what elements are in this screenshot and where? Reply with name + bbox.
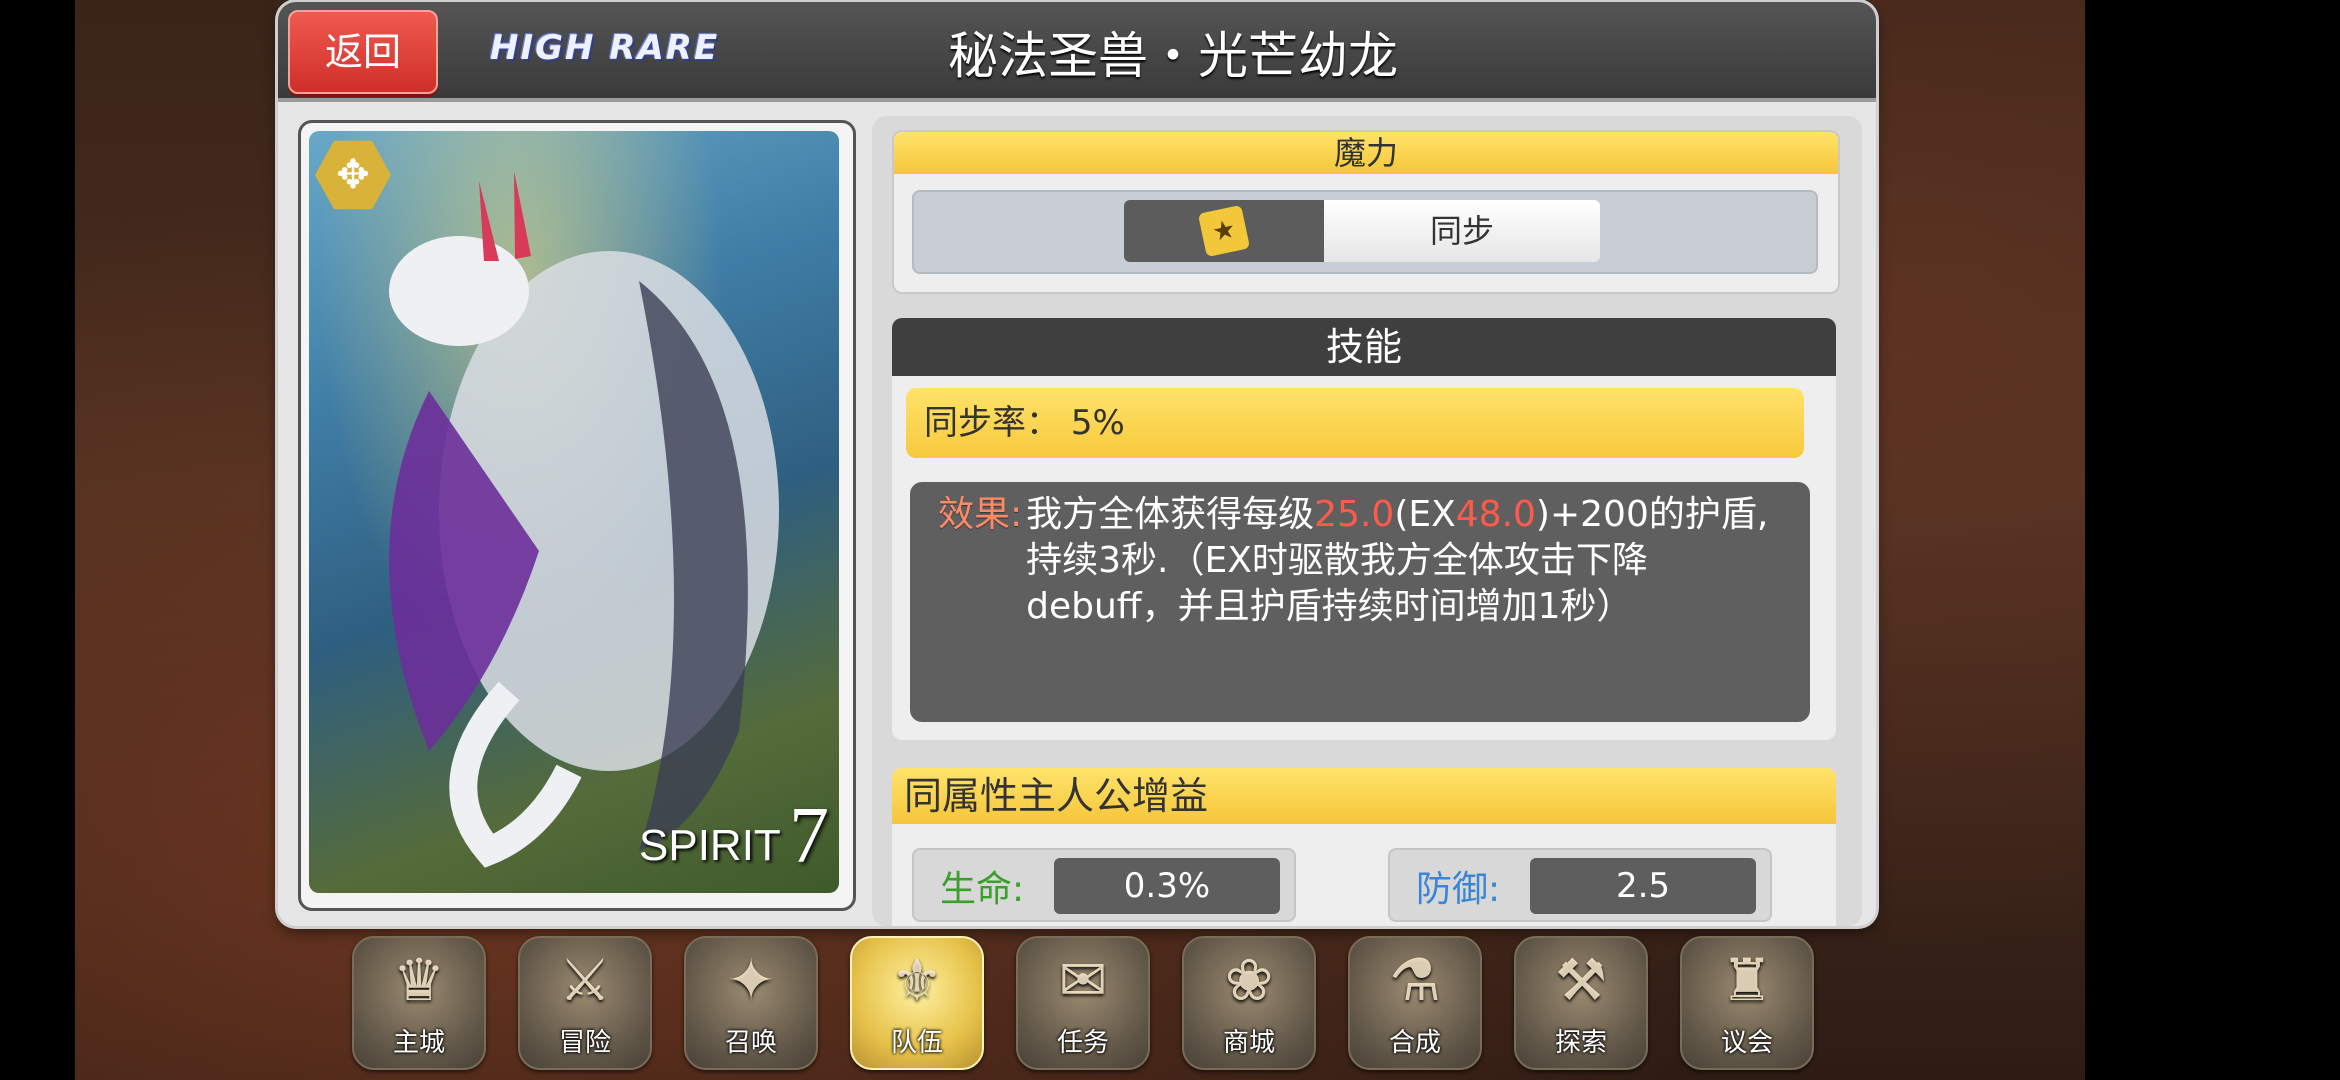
mana-section: 魔力 ★ 同步 — [892, 130, 1840, 294]
defense-stat: 防御: 2.5 — [1388, 848, 1772, 922]
effect-value-highlight: 25.0 — [1314, 494, 1395, 535]
upgrade-mode-button[interactable]: ★ — [1124, 200, 1324, 262]
skill-effect-box: 效果: 我方全体获得每级25.0(EX48.0)+200的护盾,持续3秒.（EX… — [910, 482, 1810, 722]
sync-rate-label: 同步率： — [924, 403, 1060, 443]
nav-item-explore[interactable]: ⚒ 探索 — [1514, 936, 1648, 1070]
nav-label: 召唤 — [724, 1028, 777, 1058]
hp-stat: 生命: 0.3% — [912, 848, 1296, 922]
effect-text-part: 我方全体获得每级 — [1026, 494, 1315, 535]
crossed-swords-icon: ⚔ — [559, 946, 611, 1014]
nav-label: 主城 — [392, 1028, 445, 1058]
effect-label: 效果: — [938, 494, 1023, 535]
hero-buff-header: 同属性主人公增益 — [892, 768, 1836, 824]
nav-item-craft[interactable]: ⚗ 合成 — [1348, 936, 1482, 1070]
nav-item-council[interactable]: ♜ 议会 — [1680, 936, 1814, 1070]
nav-label: 商城 — [1222, 1028, 1275, 1058]
card-detail-panel: 返回 HIGH RARE 秘法圣兽・光芒幼龙 ✥ SPIRIT 7 魔力 ★ 同… — [278, 2, 1876, 926]
sync-mode-button[interactable]: 同步 — [1324, 200, 1600, 262]
nav-label: 冒险 — [558, 1028, 611, 1058]
title-bar: 返回 HIGH RARE 秘法圣兽・光芒幼龙 — [278, 2, 1876, 102]
bottom-nav: ♛ 主城 ⚔ 冒险 ✦ 召唤 ⚜ 队伍 ✉ 任务 ❀ 商城 ⚗ 合成 ⚒ 探索 … — [352, 936, 1814, 1072]
sync-rate-bar: 同步率： 5% — [906, 388, 1804, 458]
shop-tree-icon: ❀ — [1224, 946, 1274, 1014]
back-button[interactable]: 返回 — [288, 10, 438, 94]
nav-label: 合成 — [1388, 1028, 1441, 1058]
hero-buff-section: 同属性主人公增益 生命: 0.3% 防御: 2.5 — [892, 768, 1836, 926]
skill-section: 技能 同步率： 5% 效果: 我方全体获得每级25.0(EX48.0)+200的… — [892, 318, 1836, 740]
nav-item-team[interactable]: ⚜ 队伍 — [850, 936, 984, 1070]
winged-emblem-icon: ⚜ — [891, 946, 943, 1014]
skill-header: 技能 — [892, 318, 1836, 376]
alchemy-icon: ⚗ — [1389, 946, 1441, 1014]
summon-card-icon: ✦ — [726, 946, 776, 1014]
dragon-illustration — [389, 171, 779, 868]
card-artwork: ✥ SPIRIT 7 — [309, 131, 839, 893]
effect-description: 我方全体获得每级25.0(EX48.0)+200的护盾,持续3秒.（EX时驱散我… — [1026, 492, 1798, 630]
quest-book-icon: ✉ — [1058, 946, 1108, 1014]
nav-item-main-city[interactable]: ♛ 主城 — [352, 936, 486, 1070]
defense-value: 2.5 — [1530, 858, 1756, 914]
star-up-icon: ★ — [1197, 204, 1251, 258]
nav-label: 队伍 — [890, 1028, 943, 1058]
nav-item-summon[interactable]: ✦ 召唤 — [684, 936, 818, 1070]
effect-ex-value-highlight: 48.0 — [1455, 494, 1536, 535]
nav-label: 任务 — [1056, 1028, 1109, 1058]
hp-label: 生命: — [940, 869, 1025, 910]
nav-label: 议会 — [1720, 1028, 1773, 1058]
nav-label: 探索 — [1554, 1028, 1607, 1058]
card-info-column[interactable]: 魔力 ★ 同步 技能 同步率： 5% 效果: 我方全体获得每级25.0(EX48… — [872, 116, 1862, 926]
defense-label: 防御: — [1416, 869, 1501, 910]
hp-value: 0.3% — [1054, 858, 1280, 914]
castle-crown-icon: ♛ — [393, 946, 445, 1014]
sync-rate-value: 5% — [1070, 403, 1125, 443]
rarity-label: HIGH RARE — [490, 28, 720, 68]
council-crest-icon: ♜ — [1721, 946, 1773, 1014]
nav-item-adventure[interactable]: ⚔ 冒险 — [518, 936, 652, 1070]
effect-text-part: (EX — [1394, 494, 1456, 535]
card-title: 秘法圣兽・光芒幼龙 — [948, 27, 1398, 85]
explore-tools-icon: ⚒ — [1555, 946, 1607, 1014]
nav-item-shop[interactable]: ❀ 商城 — [1182, 936, 1316, 1070]
card-type-label: SPIRIT — [639, 821, 781, 870]
nav-item-quest[interactable]: ✉ 任务 — [1016, 936, 1150, 1070]
card-frame[interactable]: ✥ SPIRIT 7 — [298, 120, 856, 911]
mana-header: 魔力 — [894, 132, 1838, 174]
mode-toggle: ★ 同步 — [912, 190, 1818, 274]
card-cost: 7 — [789, 792, 829, 880]
